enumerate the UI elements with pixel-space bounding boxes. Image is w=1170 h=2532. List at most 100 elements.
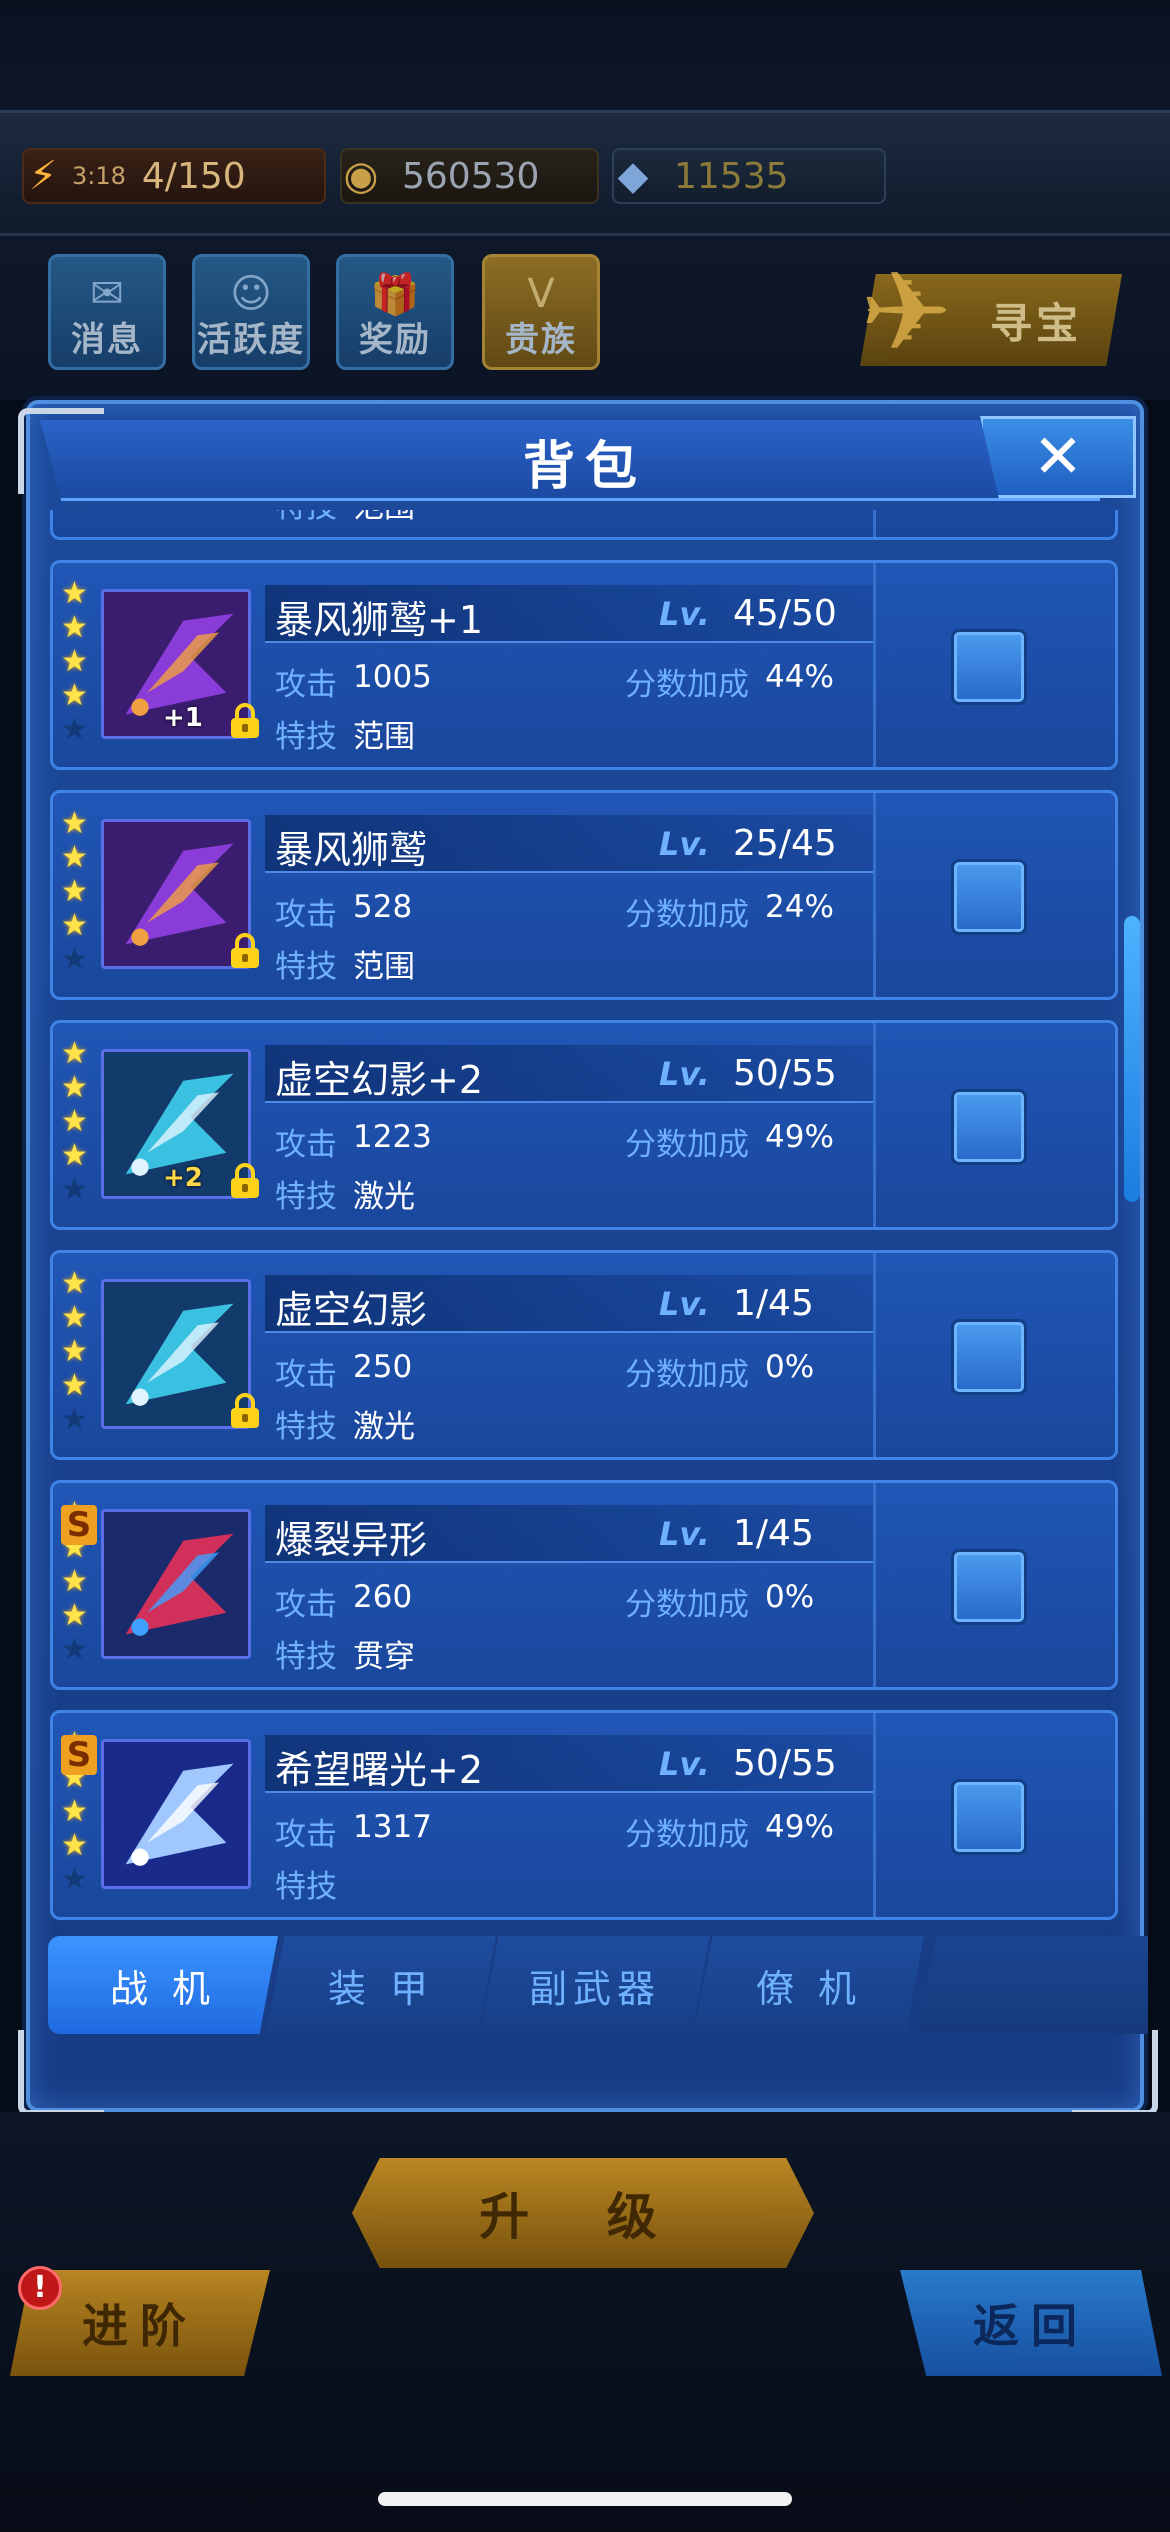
gem-value: 11535 (674, 155, 789, 197)
select-checkbox[interactable] (951, 1089, 1027, 1165)
skill-value: 激光 (353, 1179, 415, 1215)
lock-icon[interactable] (229, 1393, 261, 1429)
star-icon: ★ (61, 610, 88, 645)
close-button[interactable]: ✕ (980, 416, 1136, 498)
upgrade-button[interactable]: 升 级 (352, 2158, 814, 2268)
level-value: 25/45 (733, 823, 837, 864)
fighter-thumbnail (101, 1509, 251, 1659)
smile-icon: ☺ (230, 271, 272, 317)
skill-label: 特技 (275, 1869, 337, 1905)
bonus-label: 分数加成 (625, 1587, 749, 1623)
star-rating: ★★★★★ (61, 1267, 95, 1437)
star-icon: ★ (61, 1070, 88, 1105)
star-icon: ★ (61, 1368, 88, 1403)
item-list[interactable]: ★★★★★+1Lv.攻击分数加成特技范围★★★★★+1暴风狮鹫+1Lv.45/5… (40, 510, 1120, 1922)
star-rating: ★★★★★ (61, 510, 95, 517)
list-scrollbar[interactable] (1124, 916, 1140, 1202)
attack-label: 攻击 (275, 1587, 337, 1623)
energy-bar[interactable]: ⚡ 3:18 4/150 (22, 148, 326, 204)
tab-armor[interactable]: 装 甲 (266, 1936, 496, 2034)
select-checkbox[interactable] (951, 1549, 1027, 1625)
lock-icon[interactable] (229, 1163, 261, 1199)
fighter-name: 暴风狮鹫+1 (275, 598, 484, 642)
advance-label: 进阶 (82, 2299, 198, 2353)
tab-wingman-label: 僚 机 (755, 1966, 863, 2011)
star-icon: ★ (61, 840, 88, 875)
star-icon: ★ (61, 1266, 88, 1301)
s-rank-badge: S (61, 1735, 97, 1775)
select-checkbox[interactable] (951, 1779, 1027, 1855)
attack-value: 528 (353, 889, 413, 925)
level-label: Lv. (659, 825, 710, 863)
level-label: Lv. (659, 1515, 710, 1553)
star-icon: ★ (61, 1036, 88, 1071)
skill-label: 特技 (275, 949, 337, 985)
star-icon: ★ (61, 874, 88, 909)
skill-value: 贯穿 (353, 1639, 415, 1675)
treasure-label: 寻宝 (989, 298, 1082, 348)
level-value: 1/45 (733, 1283, 814, 1324)
skill-value: 范围 (353, 510, 415, 526)
star-rating: ★★★★★ (61, 1037, 95, 1207)
fighter-name: 暴风狮鹫 (275, 828, 428, 872)
select-checkbox[interactable] (951, 629, 1027, 705)
list-item[interactable]: ★★★★★+1Lv.攻击分数加成特技范围 (50, 510, 1118, 540)
list-item[interactable]: ★ ★ ★ ★ ★ +2 虚空幻影+2 Lv. 50/55 攻击 1223 分数加成 49% 特技 激光 (50, 1020, 1118, 1230)
enhance-tag: +2 (163, 1163, 203, 1193)
list-item[interactable]: ★ ★ ★ ★ ★ 暴风狮鹫 Lv. 25/45 攻击 528 分数加成 24% 特技 范围 (50, 790, 1118, 1000)
messages-button[interactable]: ✉ 消息 (48, 254, 166, 370)
select-checkbox[interactable] (951, 859, 1027, 935)
star-icon: ★ (61, 1300, 88, 1335)
skill-label: 特技 (275, 1179, 337, 1215)
level-label: Lv. (659, 1745, 710, 1783)
activity-button[interactable]: ☺ 活跃度 (192, 254, 310, 370)
fighter-name: 希望曙光+2 (275, 1748, 484, 1792)
skill-label: 特技 (275, 719, 337, 755)
coin-bar[interactable]: ◉ 560530 (340, 148, 599, 204)
home-indicator[interactable] (378, 2492, 792, 2506)
close-icon: ✕ (1032, 422, 1084, 492)
rewards-button[interactable]: 🎁 奖励 (336, 254, 454, 370)
back-button[interactable]: 返回 (900, 2270, 1162, 2376)
star-icon: ★ (61, 510, 95, 517)
vip-button[interactable]: V 贵族 (482, 254, 600, 370)
lock-icon[interactable] (229, 933, 261, 969)
star-icon: ★ (61, 1564, 88, 1599)
activity-label: 活跃度 (197, 320, 305, 360)
bonus-label: 分数加成 (625, 1127, 749, 1163)
star-icon: ★ (61, 1862, 88, 1897)
list-item[interactable]: ★★★★★S希望曙光+2Lv.50/55攻击1317分数加成49%特技 (50, 1710, 1118, 1920)
tab-wingman[interactable]: 僚 机 (694, 1936, 924, 2034)
level-value: 1/45 (733, 1513, 814, 1554)
tab-sub-weapon[interactable]: 副武器 (480, 1936, 710, 2034)
vip-icon: V (527, 271, 555, 317)
skill-label: 特技 (275, 510, 337, 526)
star-icon: ★ (61, 1794, 88, 1829)
star-icon: ★ (61, 1138, 88, 1173)
star-icon: ★ (61, 1104, 88, 1139)
attack-value: 250 (353, 1349, 413, 1385)
gem-bar[interactable]: ◆ 11535 (612, 148, 886, 204)
tab-filler (918, 1936, 1148, 2034)
energy-value: 4/150 (141, 155, 246, 197)
bonus-value: 44% (765, 659, 834, 695)
list-item[interactable]: ★ ★ ★ ★ ★ 虚空幻影 Lv. 1/45 攻击 250 分数加成 0% 特技 激光 (50, 1250, 1118, 1460)
panel-corner-ornament (18, 2030, 104, 2116)
upgrade-label: 升 级 (479, 2188, 687, 2246)
bonus-label: 分数加成 (625, 897, 749, 933)
star-icon: ★ (61, 1598, 88, 1633)
attack-value: 1223 (353, 1119, 432, 1155)
star-icon: ★ (61, 1334, 88, 1369)
select-checkbox[interactable] (951, 1319, 1027, 1395)
bonus-label: 分数加成 (625, 1357, 749, 1393)
list-item[interactable]: ★★★★★S爆裂异形Lv.1/45攻击260分数加成0%特技贯穿 (50, 1480, 1118, 1690)
messages-label: 消息 (71, 320, 143, 360)
jet-icon: ✈ (860, 248, 953, 376)
attack-label: 攻击 (275, 1127, 337, 1163)
category-tabs: 战 机 装 甲 副武器 僚 机 (48, 1936, 1148, 2036)
bonus-value: 24% (765, 889, 834, 925)
list-item[interactable]: ★ ★ ★ ★ ★ +1 暴风狮鹫+1 Lv. 45/50 攻击 1005 分数加成 44% 特技 范围 (50, 560, 1118, 770)
lock-icon[interactable] (229, 703, 261, 739)
attack-value: 260 (353, 1579, 413, 1615)
tab-fighter[interactable]: 战 机 (48, 1936, 278, 2034)
